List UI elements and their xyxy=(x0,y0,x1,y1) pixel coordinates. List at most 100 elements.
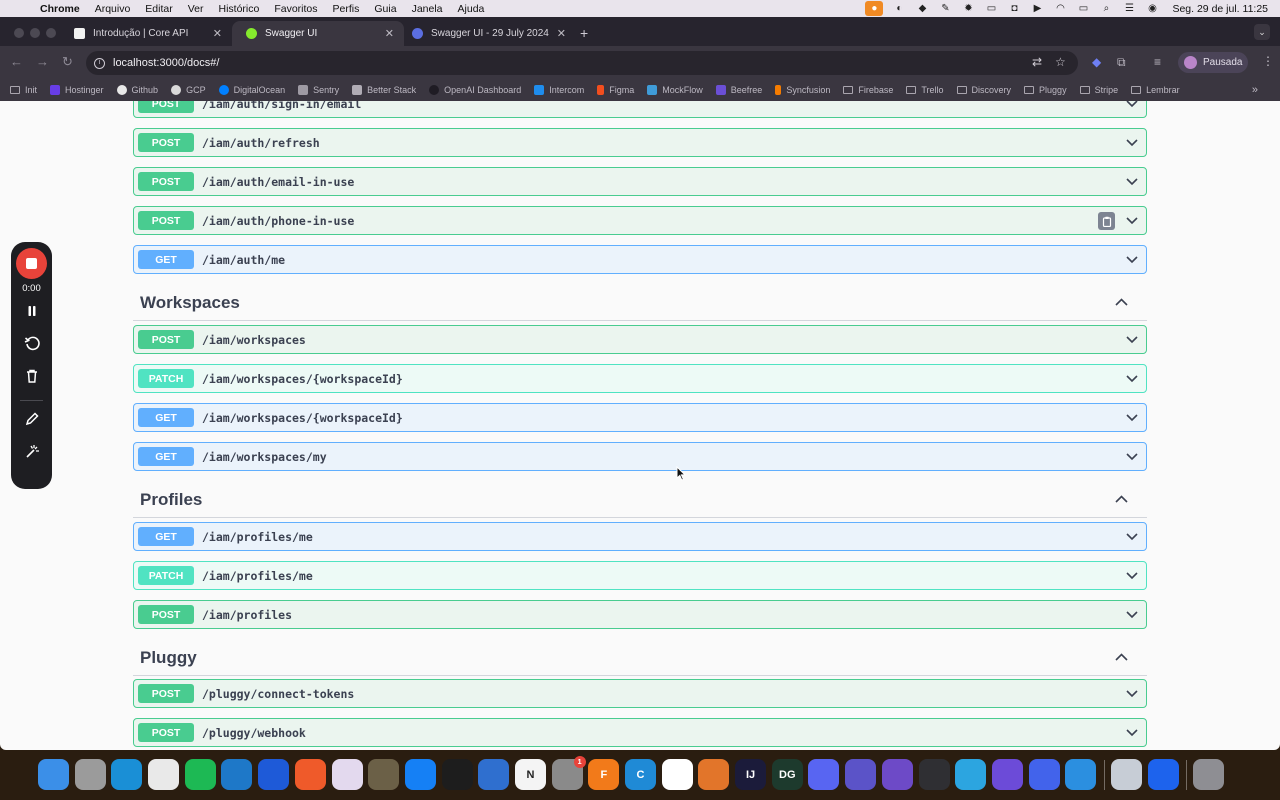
operation-create-workspace[interactable]: POST /iam/workspaces xyxy=(133,325,1147,354)
dock-launchpad-icon[interactable] xyxy=(74,759,106,790)
operation-update-my-profile[interactable]: PATCH /iam/profiles/me xyxy=(133,561,1147,590)
window-icon[interactable]: ▭ xyxy=(984,3,998,14)
dock-preview-icon[interactable] xyxy=(1110,759,1142,790)
menu-guia[interactable]: Guia xyxy=(374,3,396,15)
address-bar[interactable]: i localhost:3000/docs#/ ⇄ ☆ xyxy=(86,51,1078,75)
bookmark-init[interactable]: Init xyxy=(10,85,37,95)
dock-docker-icon[interactable] xyxy=(1147,759,1179,790)
dock-intellij-idea-icon[interactable]: IJ xyxy=(735,759,767,790)
chevron-down-icon[interactable] xyxy=(1126,569,1138,581)
dock-slack-icon[interactable] xyxy=(331,759,363,790)
dock-vs-code-icon[interactable] xyxy=(221,759,253,790)
chevron-up-icon[interactable] xyxy=(1115,651,1128,664)
chevron-down-icon[interactable] xyxy=(1126,333,1138,345)
microphone-icon[interactable]: ● xyxy=(865,1,884,16)
browser-menu-icon[interactable]: ⋮ xyxy=(1262,54,1274,68)
chevron-down-icon[interactable] xyxy=(1126,372,1138,384)
close-tab-icon[interactable]: ✕ xyxy=(213,27,222,40)
tab-swagger-ui[interactable]: Swagger UI ✕ xyxy=(232,21,404,46)
tab-swagger-ui-29-july[interactable]: Swagger UI - 29 July 2024 ✕ xyxy=(404,21,576,46)
search-icon[interactable]: ⌕ xyxy=(1099,3,1113,14)
bookmark-gcp[interactable]: GCP xyxy=(171,85,206,95)
back-button[interactable]: ← xyxy=(10,54,23,69)
more-bookmarks-icon[interactable]: » xyxy=(1252,84,1258,96)
highlight-effects-icon[interactable] xyxy=(22,442,42,462)
dock-app-store-icon[interactable] xyxy=(404,759,436,790)
bookmark-beefree[interactable]: Beefree xyxy=(715,85,762,95)
security-icon[interactable]: ◘ xyxy=(1007,3,1021,14)
chevron-down-icon[interactable] xyxy=(1126,214,1138,226)
status-icon-1[interactable]: ◐ xyxy=(892,3,906,14)
menu-ajuda[interactable]: Ajuda xyxy=(458,3,485,15)
dock-xcode-icon[interactable] xyxy=(258,759,290,790)
dock-telegram-icon[interactable] xyxy=(955,759,987,790)
chevron-down-icon[interactable] xyxy=(1126,687,1138,699)
menu-janela[interactable]: Janela xyxy=(412,3,443,15)
dock-finder-icon[interactable] xyxy=(38,759,69,790)
menu-historico[interactable]: Histórico xyxy=(219,3,260,15)
chevron-down-icon[interactable] xyxy=(1126,175,1138,187)
dock-matlab-icon[interactable] xyxy=(698,759,730,790)
translate-icon[interactable]: ⇄ xyxy=(1032,55,1042,69)
operation-pluggy-webhook[interactable]: POST /pluggy/webhook xyxy=(133,718,1147,747)
operation-email-in-use[interactable]: POST /iam/auth/email-in-use xyxy=(133,167,1147,196)
bookmark-hostinger[interactable]: Hostinger xyxy=(50,85,104,95)
dock-datagrip-icon[interactable]: DG xyxy=(771,759,803,790)
extension-icon[interactable]: ◆ xyxy=(1092,55,1101,69)
chevron-down-icon[interactable] xyxy=(1126,450,1138,462)
bookmark-mockflow[interactable]: MockFlow xyxy=(647,85,703,95)
dock-system-settings-icon[interactable]: 1 xyxy=(551,756,586,790)
bookmark-discovery[interactable]: Discovery xyxy=(956,85,1011,95)
feather-icon[interactable]: ✎ xyxy=(938,3,952,14)
dock-notion-icon[interactable]: N xyxy=(514,759,546,790)
dock-mongodb-icon[interactable] xyxy=(661,759,693,790)
dock-trash-icon[interactable] xyxy=(1193,759,1225,790)
site-info-icon[interactable]: i xyxy=(94,57,105,69)
bookmark-lembrar[interactable]: Lembrar xyxy=(1131,85,1180,95)
menu-editar[interactable]: Editar xyxy=(145,3,172,15)
bookmark-github[interactable]: Github xyxy=(116,85,158,95)
page-viewport[interactable]: POST /iam/auth/sign-in/email POST /iam/a… xyxy=(0,101,1280,750)
gear-icon[interactable]: ✹ xyxy=(961,3,975,14)
operation-phone-in-use[interactable]: POST /iam/auth/phone-in-use xyxy=(133,206,1147,235)
chevron-down-icon[interactable] xyxy=(1126,253,1138,265)
menu-app-name[interactable]: Chrome xyxy=(40,3,80,15)
chevron-down-icon[interactable] xyxy=(1126,530,1138,542)
operation-get-workspace[interactable]: GET /iam/workspaces/{workspaceId} xyxy=(133,403,1147,432)
bookmark-better-stack[interactable]: Better Stack xyxy=(352,85,416,95)
pause-icon[interactable] xyxy=(22,301,42,321)
battery-icon[interactable]: ▭ xyxy=(1076,3,1090,14)
operation-my-workspaces[interactable]: GET /iam/workspaces/my xyxy=(133,442,1147,471)
chevron-up-icon[interactable] xyxy=(1115,296,1128,309)
section-title-profiles[interactable]: Profiles xyxy=(140,490,202,510)
forward-button[interactable]: → xyxy=(36,54,49,69)
bookmark-pluggy[interactable]: Pluggy xyxy=(1024,85,1067,95)
bookmark-digitalocean[interactable]: DigitalOcean xyxy=(218,85,285,95)
dock-activity-monitor-icon[interactable] xyxy=(441,759,473,790)
bookmark-stripe[interactable]: Stripe xyxy=(1079,85,1118,95)
section-title-workspaces[interactable]: Workspaces xyxy=(140,293,240,313)
menu-perfis[interactable]: Perfis xyxy=(333,3,360,15)
tab-search-button[interactable]: ⌄ xyxy=(1254,24,1270,40)
operation-auth-me[interactable]: GET /iam/auth/me xyxy=(133,245,1147,274)
dock-xcode-instruments-icon[interactable] xyxy=(478,759,510,790)
siri-icon[interactable]: ◉ xyxy=(1145,3,1159,14)
dock-orbit-icon[interactable] xyxy=(1028,759,1060,790)
chevron-down-icon[interactable] xyxy=(1126,726,1138,738)
bookmark-star-icon[interactable]: ☆ xyxy=(1055,55,1066,69)
bookmark-syncfusion[interactable]: Syncfusion xyxy=(775,85,830,95)
tab-introducao-core-api[interactable]: Introdução | Core API ✕ xyxy=(60,21,232,46)
dock-vs-code-insiders-icon[interactable] xyxy=(1065,759,1097,790)
profile-button[interactable]: Pausada xyxy=(1178,52,1248,73)
chevron-down-icon[interactable] xyxy=(1126,101,1138,109)
operation-connect-tokens[interactable]: POST /pluggy/connect-tokens xyxy=(133,679,1147,708)
dock-gimp-icon[interactable] xyxy=(368,759,400,790)
operation-auth-refresh[interactable]: POST /iam/auth/refresh xyxy=(133,128,1147,157)
status-icon-2[interactable]: ◆ xyxy=(915,3,929,14)
chevron-down-icon[interactable] xyxy=(1126,136,1138,148)
dock-rewind-icon[interactable] xyxy=(991,759,1023,790)
chevron-down-icon[interactable] xyxy=(1126,608,1138,620)
restart-icon[interactable] xyxy=(22,333,42,353)
dock-fusion-360-icon[interactable]: F xyxy=(588,759,620,790)
minimize-window-button[interactable] xyxy=(30,28,40,38)
